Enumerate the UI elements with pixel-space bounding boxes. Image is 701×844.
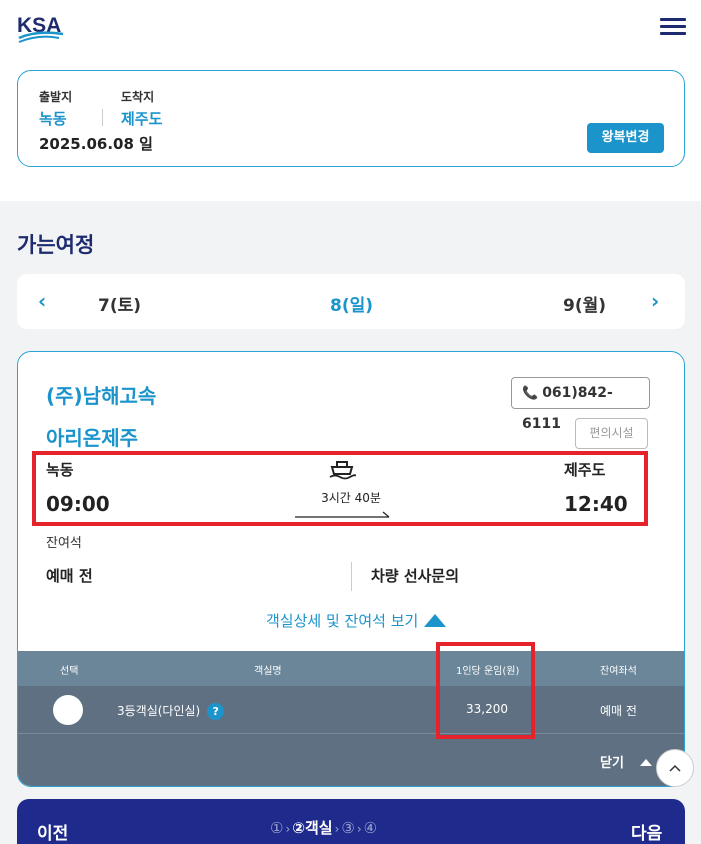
scroll-top-button[interactable] <box>656 749 694 787</box>
help-icon[interactable]: ? <box>207 703 225 720</box>
schedule-highlight-box <box>32 451 648 526</box>
step-4: ④ <box>363 819 378 837</box>
date-next[interactable]: 9(월) <box>563 291 606 316</box>
status-divider <box>351 562 352 591</box>
step-3: ③ <box>341 819 355 837</box>
section-title: 가는여정 <box>17 233 95 257</box>
vehicle-status: 차량 선사문의 <box>371 567 460 585</box>
cabin-detail-label: 객실상세 및 잔여석 보기 <box>266 612 419 630</box>
hamburger-menu-icon[interactable] <box>660 18 686 38</box>
th-select: 선택 <box>60 666 79 677</box>
next-button[interactable]: 다음 <box>631 819 662 844</box>
next-date-chevron-icon[interactable]: › <box>651 289 659 313</box>
phone-icon: 📞 <box>522 386 539 401</box>
date-current[interactable]: 8(일) <box>330 291 373 316</box>
remain-cell: 예매 전 <box>600 704 637 718</box>
ksa-logo[interactable]: KSA <box>17 12 77 44</box>
step-indicator: ① › ②객실 › ③ › ④ <box>270 819 378 837</box>
close-button[interactable]: 닫기 <box>600 752 652 771</box>
th-cabin-name: 객실명 <box>254 666 282 677</box>
travel-date: 2025.06.08 일 <box>39 135 153 153</box>
arrival-value: 제주도 <box>121 110 163 128</box>
step-2-label: 객실 <box>304 819 333 837</box>
cabin-name: 3등객실(다인실) <box>117 704 201 718</box>
route-summary-card: 출발지 도착지 녹동 제주도 2025.06.08 일 왕복변경 <box>17 70 685 167</box>
date-selector: ‹ 7(토) 8(일) 9(월) › <box>17 274 685 329</box>
departure-label: 출발지 <box>39 90 73 104</box>
date-prev[interactable]: 7(토) <box>98 291 141 316</box>
ship-card: (주)남해고속 아리온제주 📞 061)842-6111 편의시설 녹동 09:0… <box>17 351 685 787</box>
chevron-up-icon <box>669 764 681 772</box>
th-remain: 잔여좌석 <box>600 666 637 677</box>
fare-highlight-box <box>436 642 535 739</box>
cabin-radio[interactable] <box>53 695 83 725</box>
route-divider <box>102 109 103 126</box>
cabin-detail-toggle[interactable]: 객실상세 및 잔여석 보기 <box>266 610 447 631</box>
remain-label: 잔여석 <box>46 536 82 551</box>
cabin-name-cell: 3등객실(다인실)? <box>117 702 225 720</box>
prev-date-chevron-icon[interactable]: ‹ <box>38 289 46 313</box>
table-header: 선택 객실명 1인당 운임(원) 잔여좌석 <box>18 651 684 686</box>
triangle-up-small-icon <box>639 759 652 766</box>
close-label: 닫기 <box>600 756 624 771</box>
ship-name: 아리온제주 <box>46 426 138 450</box>
table-row: 3등객실(다인실)? 33,200 예매 전 <box>18 686 684 734</box>
step-1: ① <box>270 819 284 837</box>
step-2: ② <box>292 819 305 837</box>
phone-button[interactable]: 📞 061)842-6111 <box>511 377 650 432</box>
prev-button[interactable]: 이전 <box>37 819 68 844</box>
facility-button[interactable]: 편의시설 <box>575 418 648 449</box>
roundtrip-change-button[interactable]: 왕복변경 <box>587 123 664 153</box>
sale-status: 예매 전 <box>46 567 93 585</box>
bottom-navigation: 이전 ① › ②객실 › ③ › ④ 다음 <box>17 799 685 844</box>
table-footer: 닫기 <box>18 734 684 786</box>
company-name: (주)남해고속 <box>46 384 157 408</box>
arrival-label: 도착지 <box>121 90 155 104</box>
header: KSA <box>0 0 701 60</box>
triangle-up-icon <box>424 614 447 627</box>
departure-value: 녹동 <box>39 110 67 128</box>
